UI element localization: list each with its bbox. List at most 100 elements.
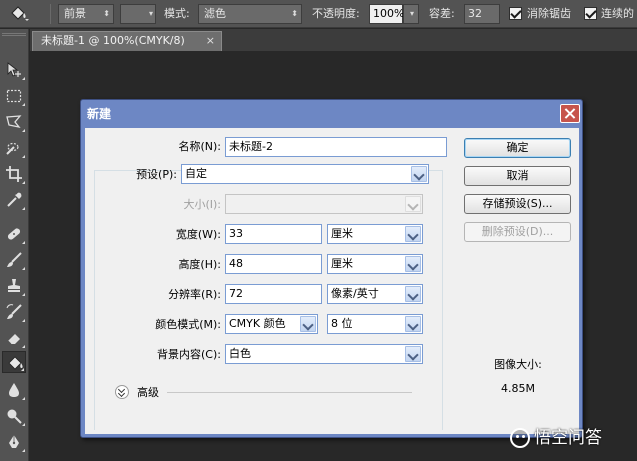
chevron-down-icon: ▾ <box>409 9 414 18</box>
name-label: 名称(N): <box>178 140 221 153</box>
width-label: 宽度(W): <box>175 228 221 241</box>
crop-icon <box>6 166 22 182</box>
fill-source-select[interactable]: 前景 ⬍ <box>58 4 114 24</box>
height-unit-value: 厘米 <box>331 257 353 270</box>
background-contents-select[interactable]: 白色 <box>225 344 423 364</box>
width-input[interactable]: 33 <box>225 224 322 244</box>
preset-label: 预设(P): <box>136 168 177 181</box>
chevron-down-icon <box>405 256 421 272</box>
dialog-body: 名称(N): 未标题-2 预设(P): 自定 大小(I): 宽度(W): 33 … <box>85 128 579 434</box>
pattern-picker[interactable]: ▾ <box>120 4 156 24</box>
move-tool[interactable] <box>2 59 26 81</box>
updown-arrow-icon: ⬍ <box>103 9 110 18</box>
paint-bucket-tool-preset-icon[interactable] <box>8 4 30 24</box>
panel-grip <box>2 33 26 36</box>
watermark-text: 悟空问答 <box>534 428 602 448</box>
resolution-unit-value: 像素/英寸 <box>331 287 379 300</box>
polygonal-lasso-icon <box>6 115 22 128</box>
contiguous-checkbox[interactable] <box>584 7 597 20</box>
wukong-logo-icon <box>510 428 530 448</box>
group-border <box>442 170 443 430</box>
opacity-slider-button[interactable]: ▾ <box>403 4 419 24</box>
stamp-icon <box>8 279 20 292</box>
blur-tool[interactable] <box>2 379 26 401</box>
dialog-close-icon[interactable] <box>560 104 580 123</box>
move-icon <box>7 62 21 77</box>
quick-selection-tool[interactable] <box>2 137 26 159</box>
dodge-tool[interactable] <box>2 405 26 427</box>
height-label: 高度(H): <box>178 258 221 271</box>
blend-mode-value: 滤色 <box>204 7 226 20</box>
history-brush-tool[interactable] <box>2 301 26 323</box>
resolution-input[interactable]: 72 <box>225 284 322 304</box>
opacity-input[interactable]: 100% <box>369 4 404 24</box>
color-mode-label: 颜色模式(M): <box>155 318 221 331</box>
chevron-down-icon <box>405 316 421 332</box>
preset-select[interactable]: 自定 <box>181 164 429 184</box>
name-input[interactable]: 未标题-2 <box>225 137 447 157</box>
height-unit-select[interactable]: 厘米 <box>327 254 423 274</box>
advanced-label[interactable]: 高级 <box>137 386 159 400</box>
background-contents-value: 白色 <box>229 347 251 360</box>
blend-mode-select[interactable]: 滤色 ⬍ <box>198 4 302 24</box>
document-tab[interactable]: 未标题-1 @ 100%(CMYK/8) × <box>32 31 222 51</box>
eraser-icon <box>7 334 20 345</box>
opacity-label: 不透明度: <box>312 7 360 20</box>
chevron-down-icon: ▾ <box>148 9 153 18</box>
height-input[interactable]: 48 <box>225 254 322 274</box>
size-select <box>225 194 423 214</box>
save-preset-button[interactable]: 存储预设(S)... <box>464 194 571 214</box>
background-contents-label: 背景内容(C): <box>157 348 221 361</box>
pen-icon <box>9 435 19 448</box>
separator <box>50 4 51 24</box>
resolution-unit-select[interactable]: 像素/英寸 <box>327 284 423 304</box>
chevron-down-icon <box>405 196 421 212</box>
brush-icon <box>7 252 22 267</box>
updown-arrow-icon: ⬍ <box>291 9 298 18</box>
chevron-down-icon <box>405 346 421 362</box>
document-tab-title: 未标题-1 @ 100%(CMYK/8) <box>41 34 185 47</box>
marquee-tool[interactable] <box>2 85 26 107</box>
contiguous-label: 连续的 <box>601 7 634 20</box>
document-tab-strip: 未标题-1 @ 100%(CMYK/8) × <box>30 29 637 51</box>
options-bar: 前景 ⬍ ▾ 模式: 滤色 ⬍ 不透明度: 100% ▾ 容差: 32 消除锯齿… <box>0 0 637 28</box>
water-drop-icon <box>9 383 19 397</box>
color-mode-value: CMYK 颜色 <box>229 317 286 330</box>
antialias-checkbox[interactable] <box>509 7 522 20</box>
chevron-down-icon <box>411 166 427 182</box>
bit-depth-select[interactable]: 8 位 <box>327 314 423 334</box>
clone-stamp-tool[interactable] <box>2 275 26 297</box>
quick-selection-icon <box>6 142 19 155</box>
tolerance-input[interactable]: 32 <box>464 4 500 24</box>
pen-tool[interactable] <box>2 431 26 453</box>
delete-preset-button: 删除预设(D)... <box>464 222 571 242</box>
history-brush-icon <box>6 304 22 319</box>
tools-panel <box>0 29 29 461</box>
healing-brush-tool[interactable] <box>2 223 26 245</box>
bandage-icon <box>7 228 21 240</box>
eyedropper-icon <box>7 192 22 207</box>
eyedropper-tool[interactable] <box>2 189 26 211</box>
mode-label: 模式: <box>164 7 190 20</box>
new-document-dialog: 新建 名称(N): 未标题-2 预设(P): 自定 大小(I): 宽度(W): … <box>80 99 583 438</box>
cancel-button[interactable]: 取消 <box>464 166 571 186</box>
chevron-down-icon <box>405 286 421 302</box>
fill-source-value: 前景 <box>64 7 86 20</box>
eraser-tool[interactable] <box>2 327 26 349</box>
bit-depth-value: 8 位 <box>331 317 353 330</box>
lasso-tool[interactable] <box>2 111 26 133</box>
advanced-divider <box>167 392 412 393</box>
paint-bucket-tool[interactable] <box>2 351 26 373</box>
width-unit-select[interactable]: 厘米 <box>327 224 423 244</box>
antialias-label: 消除锯齿 <box>527 7 571 20</box>
close-icon[interactable]: × <box>206 32 215 50</box>
chevron-down-icon <box>405 226 421 242</box>
ok-button[interactable]: 确定 <box>464 138 571 158</box>
expand-double-chevron-icon[interactable] <box>115 385 129 399</box>
brush-tool[interactable] <box>2 249 26 271</box>
dialog-title: 新建 <box>87 107 112 121</box>
crop-tool[interactable] <box>2 163 26 185</box>
preset-value: 自定 <box>185 167 207 180</box>
color-mode-select[interactable]: CMYK 颜色 <box>225 314 318 334</box>
group-border <box>94 170 95 430</box>
